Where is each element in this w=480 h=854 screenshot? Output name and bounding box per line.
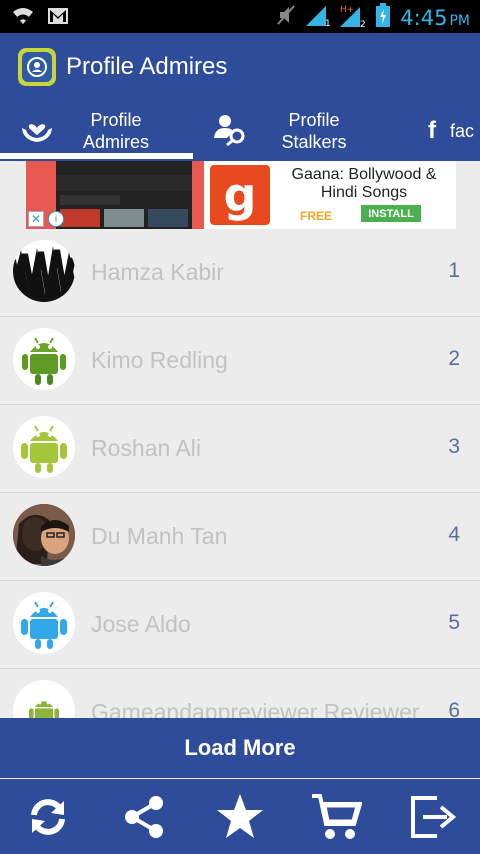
list-item-name: Gameandappreviewer Reviewer [91, 699, 420, 718]
avatar [13, 592, 75, 654]
avatar [13, 416, 75, 478]
user-search-icon [213, 112, 247, 151]
admirers-list: Hamza Kabir 1 Kimo Redling 2 Roshan Ali … [0, 229, 480, 718]
signal-2-icon: H+ 2 [340, 3, 366, 32]
ad-install-button[interactable]: INSTALL [361, 205, 421, 222]
app-title: Profile Admires [66, 53, 228, 80]
battery-icon [376, 3, 391, 32]
gaana-logo-icon: g [210, 165, 270, 225]
android-green-icon [21, 425, 67, 473]
clock: 4:45 PM [400, 6, 470, 30]
avatar [13, 328, 75, 390]
list-item-name: Jose Aldo [91, 611, 191, 637]
gmail-icon [48, 8, 68, 29]
bottom-action-bar [0, 779, 480, 854]
wifi-icon [12, 6, 34, 31]
signal-1-icon: 1 [306, 4, 331, 31]
ad-banner[interactable]: g Gaana: Bollywood & Hindi Songs FREE IN… [26, 161, 456, 229]
list-item-rank: 1 [448, 259, 460, 282]
ad-close-icon[interactable]: ✕ [28, 211, 44, 227]
tab-profile-admires[interactable]: Profile Admires [0, 101, 193, 161]
mute-icon [276, 4, 296, 31]
list-item[interactable]: Hamza Kabir 1 [0, 229, 480, 317]
tab-indicator [0, 153, 193, 159]
tab-profile-stalkers-line2: Stalkers [281, 132, 347, 152]
list-item[interactable]: Gameandappreviewer Reviewer 6 [0, 669, 480, 718]
status-bar: 1 H+ 2 4:45 PM [0, 0, 480, 33]
clock-time: 4:45 [400, 5, 448, 30]
logout-icon[interactable] [406, 791, 458, 843]
star-icon[interactable] [214, 791, 266, 843]
tab-bar: Profile Admires Profile Stalkers f fac [0, 101, 480, 161]
list-item-name: Hamza Kabir [91, 259, 224, 285]
clock-ampm: PM [449, 12, 470, 29]
android-green-icon [29, 701, 59, 718]
list-item-rank: 5 [448, 611, 460, 634]
list-item[interactable]: Kimo Redling 2 [0, 317, 480, 405]
list-item-rank: 3 [448, 435, 460, 458]
avatar [13, 240, 75, 302]
facebook-icon: f [428, 117, 436, 144]
tab-profile-stalkers[interactable]: Profile Stalkers [205, 101, 395, 161]
list-item-rank: 2 [448, 347, 460, 370]
ad-info-icon[interactable]: i [48, 211, 64, 227]
list-item[interactable]: Roshan Ali 3 [0, 405, 480, 493]
android-blue-icon [21, 601, 67, 649]
cart-icon[interactable] [310, 791, 362, 843]
hands-heart-icon [20, 114, 54, 149]
list-item[interactable]: Du Manh Tan 4 [0, 493, 480, 581]
tab-facebook[interactable]: f fac [420, 101, 480, 161]
ad-price: FREE [300, 209, 333, 223]
avatar [13, 504, 75, 566]
list-item-name: Roshan Ali [91, 435, 201, 461]
list-item[interactable]: Jose Aldo 5 [0, 581, 480, 669]
refresh-icon[interactable] [22, 791, 74, 843]
tab-profile-stalkers-line1: Profile [288, 110, 340, 130]
list-item-rank: 4 [448, 523, 460, 546]
zigzag-avatar-icon [13, 240, 75, 302]
svg-text:2: 2 [360, 20, 366, 27]
android-3d-icon [22, 337, 66, 385]
share-icon[interactable] [118, 791, 170, 843]
svg-text:1: 1 [325, 19, 330, 26]
ad-title: Gaana: Bollywood & Hindi Songs [291, 166, 437, 201]
tab-profile-admires-line1: Profile [90, 110, 142, 130]
load-more-button[interactable]: Load More [0, 718, 480, 778]
list-item-name: Kimo Redling [91, 347, 228, 373]
avatar [13, 680, 75, 718]
tab-profile-admires-line2: Admires [82, 132, 149, 152]
app-logo-icon[interactable] [18, 48, 56, 86]
app-bar: Profile Admires [0, 33, 480, 101]
list-item-name: Du Manh Tan [91, 523, 228, 549]
list-item-rank: 6 [448, 699, 460, 718]
photo-avatar-icon [13, 504, 75, 566]
svg-text:H+: H+ [340, 5, 354, 15]
tab-facebook-label: fac [450, 121, 475, 141]
